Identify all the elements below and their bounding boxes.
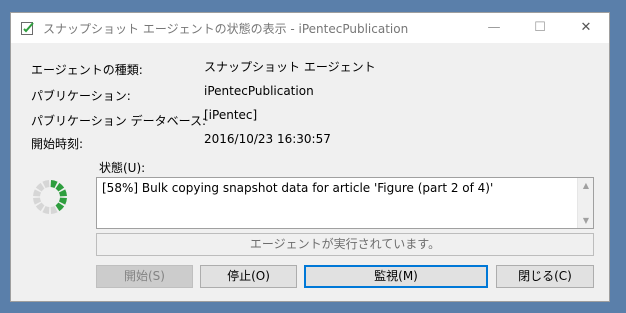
agent-type-value: スナップショット エージェント [204, 60, 376, 74]
close-window-button[interactable]: ✕ [563, 13, 609, 43]
spinner-segment [58, 189, 67, 197]
spinner-segment [33, 189, 42, 197]
minimize-button[interactable]: — [471, 13, 517, 43]
monitor-button[interactable]: 監視(M) [304, 265, 488, 288]
spinner-segment [58, 197, 67, 205]
start-button[interactable]: 開始(S) [96, 265, 193, 288]
agent-message: エージェントが実行されています。 [96, 233, 594, 256]
publication-value: iPentecPublication [204, 84, 314, 98]
agent-type-label: エージェントの種類: [31, 63, 143, 77]
agent-status-icon [21, 22, 34, 35]
stop-button[interactable]: 停止(O) [200, 265, 297, 288]
close-button[interactable]: 閉じる(C) [496, 265, 594, 288]
publication-database-value: [iPentec] [204, 108, 258, 122]
scroll-up-icon[interactable]: ▲ [578, 181, 594, 190]
publication-label: パブリケーション: [31, 89, 131, 103]
title-bar[interactable]: スナップショット エージェントの状態の表示 - iPentecPublicati… [11, 13, 609, 43]
spinner-segment [42, 205, 50, 214]
spinner-segment [50, 180, 58, 189]
scroll-down-icon[interactable]: ▼ [578, 216, 594, 225]
status-scrollbar[interactable]: ▲ ▼ [577, 178, 593, 228]
status-textbox[interactable]: [58%] Bulk copying snapshot data for art… [96, 177, 594, 229]
start-time-label: 開始時刻: [31, 137, 84, 151]
status-label: 状態(U): [99, 161, 146, 175]
start-time-value: 2016/10/23 16:30:57 [204, 132, 331, 146]
spinner-segments [33, 180, 67, 214]
window-title: スナップショット エージェントの状態の表示 - iPentecPublicati… [43, 22, 409, 36]
spinner-segment [55, 202, 65, 212]
spinner-segment [55, 182, 65, 192]
progress-spinner-icon [33, 180, 67, 214]
agent-status-window: スナップショット エージェントの状態の表示 - iPentecPublicati… [10, 12, 610, 302]
publication-database-label: パブリケーション データベース: [31, 114, 207, 128]
status-text: [58%] Bulk copying snapshot data for art… [102, 181, 494, 195]
spinner-segment [50, 205, 58, 214]
spinner-segment [33, 197, 42, 205]
spinner-segment [42, 180, 50, 189]
spinner-segment [35, 202, 45, 212]
maximize-button[interactable]: ☐ [517, 13, 563, 43]
spinner-segment [35, 182, 45, 192]
